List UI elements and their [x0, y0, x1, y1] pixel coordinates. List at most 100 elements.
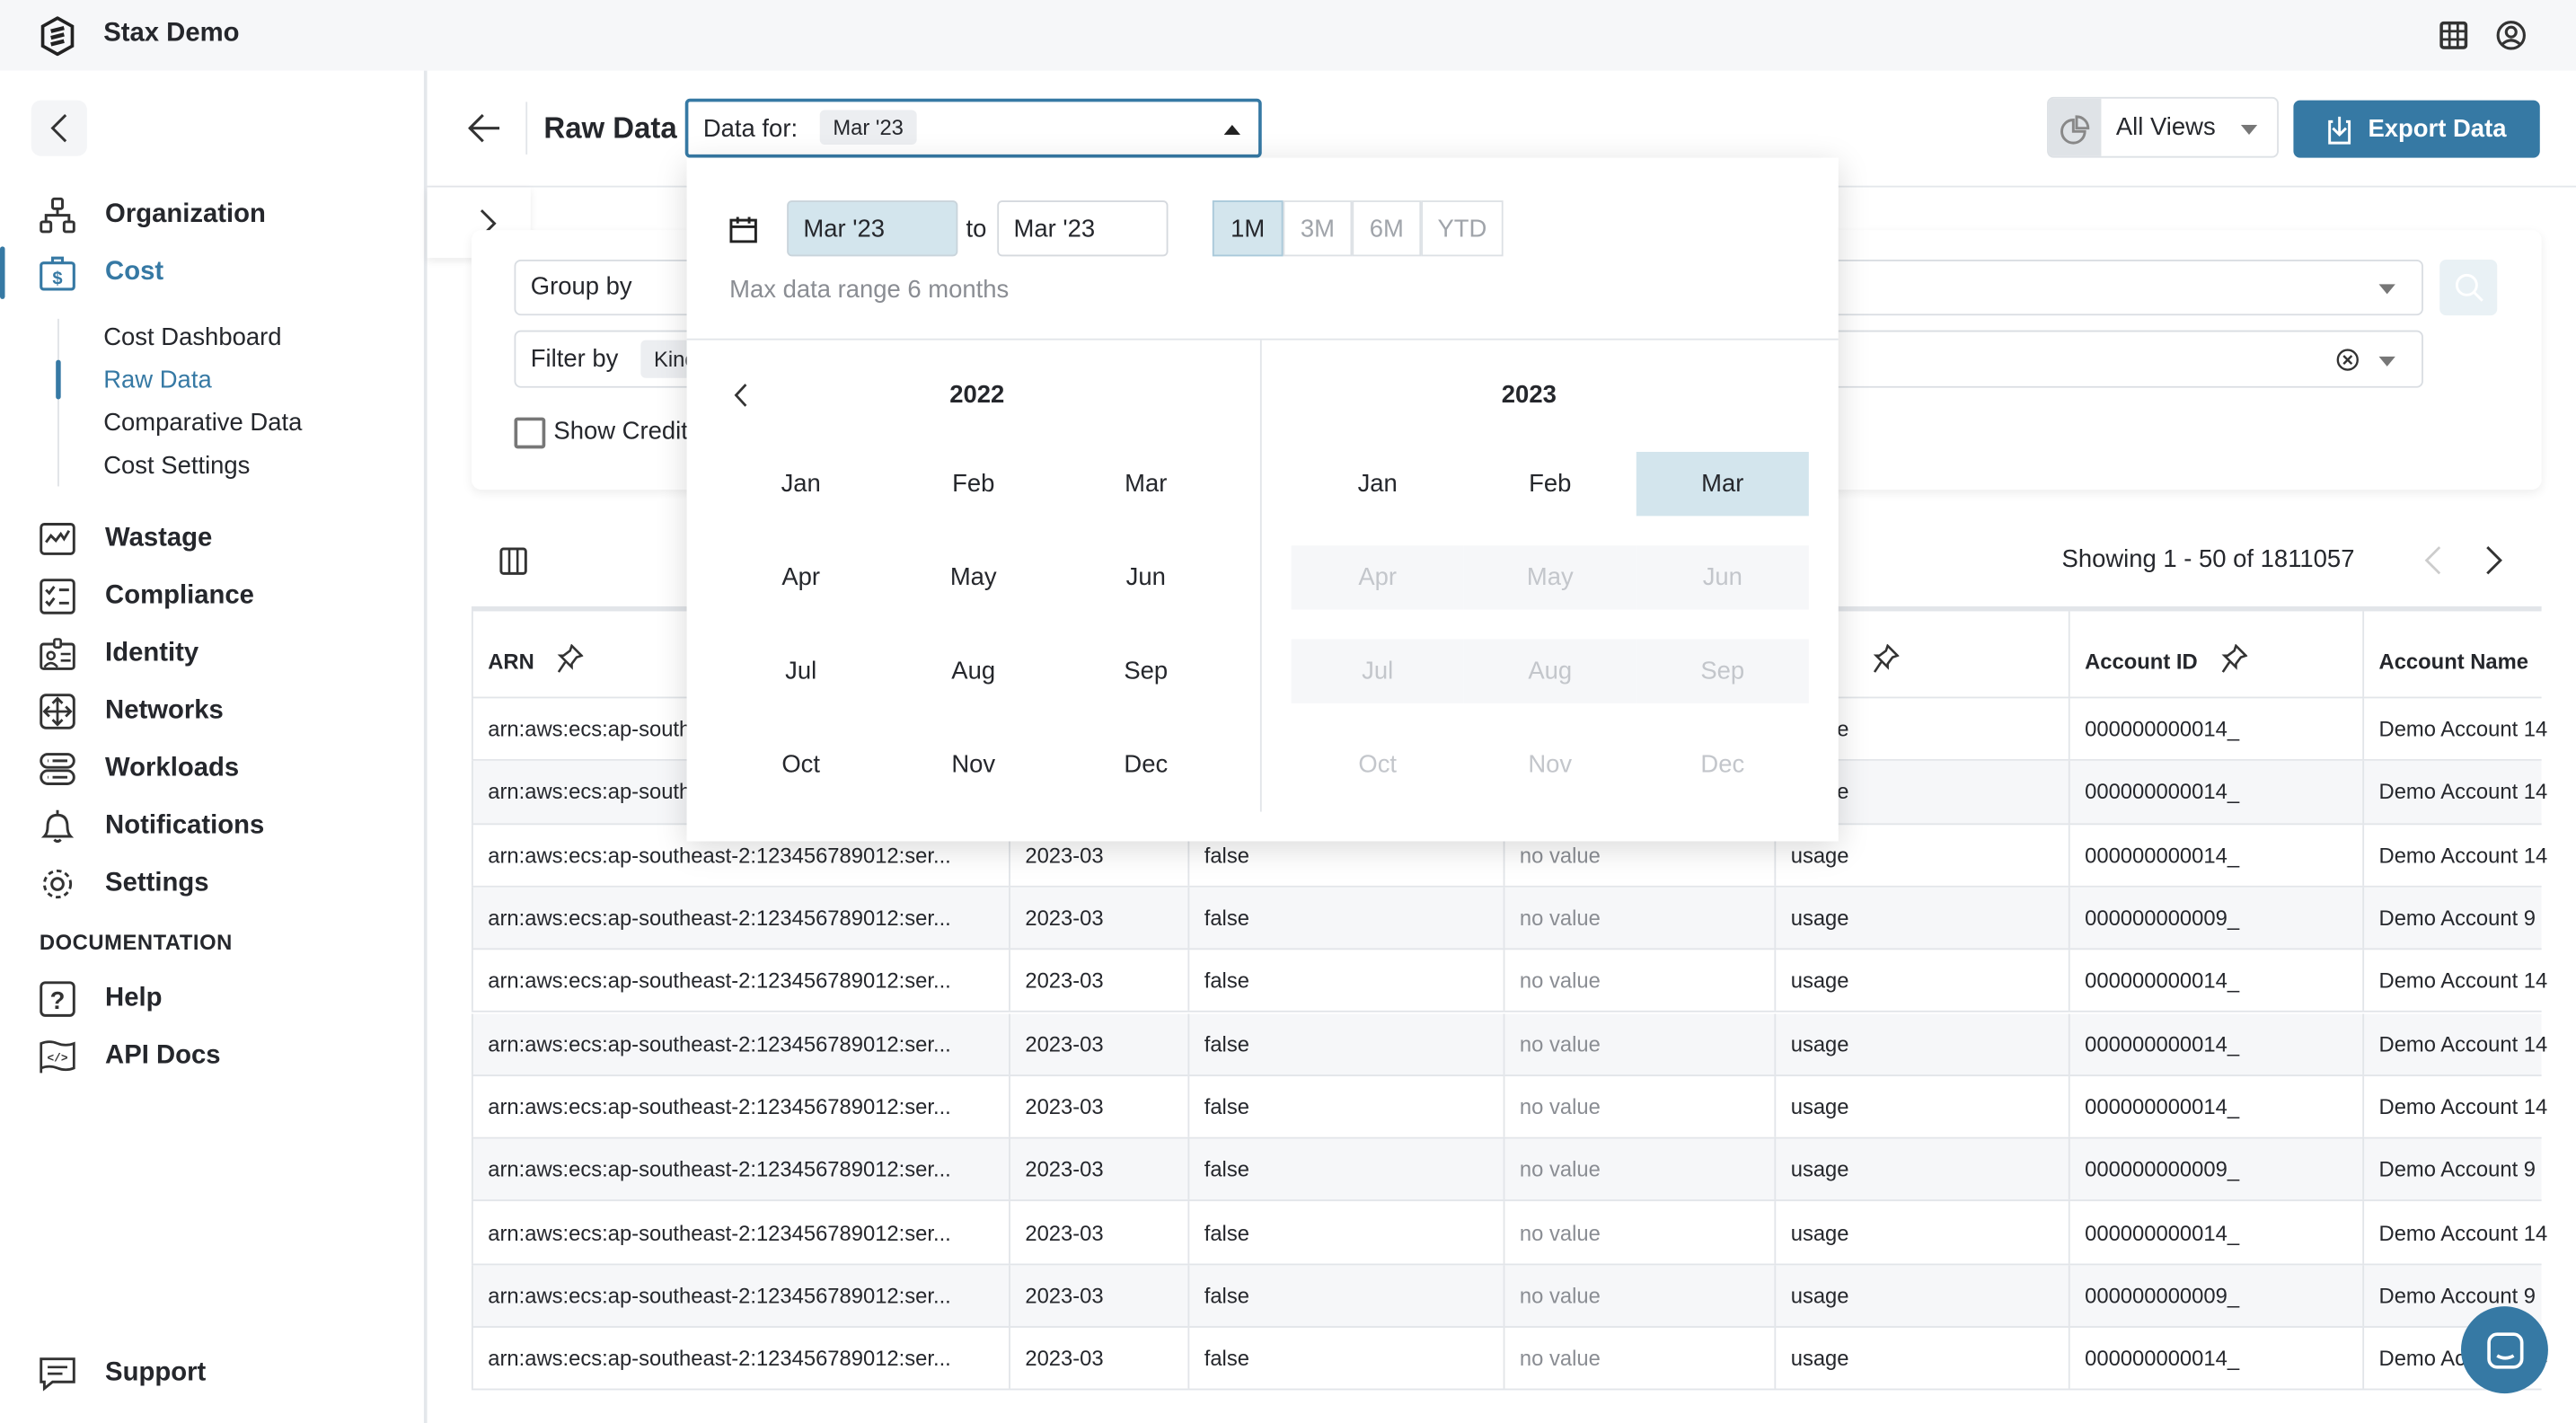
pin-icon[interactable] — [557, 642, 585, 677]
back-arrow-icon[interactable] — [468, 113, 501, 143]
sidebar-item-help[interactable]: ? Help — [40, 981, 163, 1017]
search-button[interactable] — [2439, 259, 2498, 316]
month-2022-jul[interactable]: Jul — [715, 640, 887, 703]
search-icon — [2455, 273, 2483, 302]
pin-icon[interactable] — [1873, 642, 1900, 677]
table-cell: false — [1187, 1075, 1503, 1137]
sidebar-item-compliance[interactable]: Compliance — [40, 579, 254, 614]
cost-bag-icon: $ — [40, 256, 75, 291]
range-3m-button[interactable]: 3M — [1283, 200, 1353, 257]
table-cell: 2023-03 — [1009, 1012, 1187, 1074]
table-row[interactable]: arn:aws:ecs:ap-southeast-2:123456789012:… — [471, 1201, 2547, 1265]
sidebar-item-wastage[interactable]: Wastage — [40, 521, 212, 557]
table-row[interactable]: arn:aws:ecs:ap-southeast-2:123456789012:… — [471, 1075, 2547, 1139]
table-cell: 2023-03 — [1009, 1075, 1187, 1137]
month-2022-feb[interactable]: Feb — [887, 452, 1060, 516]
table-row[interactable]: arn:aws:ecs:ap-southeast-2:123456789012:… — [471, 1264, 2542, 1328]
show-credits-checkbox[interactable] — [514, 417, 546, 449]
to-month-input[interactable]: Mar '23 — [997, 200, 1169, 257]
section-documentation: DOCUMENTATION — [39, 930, 233, 955]
app-title: Stax Demo — [103, 19, 240, 49]
page-title: Raw Data — [543, 111, 677, 145]
range-1m-button[interactable]: 1M — [1212, 200, 1284, 257]
next-page-icon[interactable] — [2485, 545, 2503, 575]
range-6m-button[interactable]: 6M — [1352, 200, 1422, 257]
month-2022-mar[interactable]: Mar — [1060, 452, 1232, 516]
sidebar-item-notifications[interactable]: Notifications — [40, 809, 264, 844]
month-2022-may[interactable]: May — [887, 545, 1060, 609]
table-cell: no value — [1503, 1075, 1775, 1137]
sidebar-sub-cost-settings[interactable]: Cost Settings — [103, 452, 250, 480]
table-cell: false — [1187, 887, 1503, 949]
table-cell: 2023-03 — [1009, 887, 1187, 949]
chevron-left-icon — [50, 114, 67, 143]
sidebar-item-identity[interactable]: Identity — [40, 636, 198, 672]
sidebar-item-label: Networks — [105, 696, 224, 725]
grid-icon[interactable] — [2439, 21, 2468, 49]
help-icon: ? — [40, 981, 75, 1017]
month-2022-oct[interactable]: Oct — [715, 733, 887, 797]
table-row[interactable]: arn:aws:ecs:ap-southeast-2:123456789012:… — [471, 1138, 2542, 1202]
clear-icon[interactable] — [2336, 349, 2360, 372]
caret-down-icon — [2378, 356, 2395, 367]
table-cell: no value — [1503, 1201, 1775, 1264]
sidebar-item-support[interactable]: Support — [40, 1356, 206, 1392]
table-row[interactable]: arn:aws:ecs:ap-southeast-2:123456789012:… — [471, 950, 2547, 1013]
table-row[interactable]: arn:aws:ecs:ap-southeast-2:123456789012:… — [471, 887, 2542, 950]
table-cell: Demo Account 14 — [2362, 824, 2559, 886]
column-header[interactable]: Account ID — [2068, 611, 2362, 697]
table-cell: 000000000014_ — [2068, 950, 2362, 1012]
table-cell: 2023-03 — [1009, 950, 1187, 1012]
table-row[interactable]: arn:aws:ecs:ap-southeast-2:123456789012:… — [471, 1012, 2547, 1076]
table-cell: arn:aws:ecs:ap-southeast-2:123456789012:… — [471, 950, 1009, 1012]
sidebar-item-workloads[interactable]: Workloads — [40, 751, 239, 787]
sidebar-item-label: Settings — [105, 869, 209, 897]
data-for-select[interactable]: Data for: Mar '23 — [684, 98, 1262, 158]
sidebar-item-cost[interactable]: $ Cost — [40, 255, 163, 291]
column-header[interactable]: Account Name — [2362, 611, 2559, 697]
month-2022-sep[interactable]: Sep — [1060, 640, 1232, 703]
table-row[interactable]: arn:aws:ecs:ap-southeast-2:123456789012:… — [471, 1327, 2547, 1391]
api-docs-icon: </> — [40, 1040, 75, 1074]
sidebar-item-label: Identity — [105, 639, 199, 667]
month-2022-nov[interactable]: Nov — [887, 733, 1060, 797]
table-cell: usage — [1774, 1201, 2068, 1264]
gear-icon — [42, 869, 73, 899]
svg-text:?: ? — [50, 986, 66, 1014]
export-data-button[interactable]: Export Data — [2293, 100, 2540, 158]
month-2022-apr[interactable]: Apr — [715, 545, 887, 609]
views-select[interactable]: All Views — [2047, 96, 2279, 158]
sidebar-item-organization[interactable]: Organization — [40, 197, 266, 234]
month-2022-jun[interactable]: Jun — [1060, 545, 1232, 609]
prev-year-icon[interactable] — [733, 383, 747, 407]
table-cell: 2023-03 — [1009, 1138, 1187, 1200]
sidebar-item-networks[interactable]: Networks — [40, 694, 224, 729]
collapse-sidebar-button[interactable] — [31, 100, 87, 156]
prev-page-icon[interactable] — [2423, 545, 2441, 575]
table-cell: arn:aws:ecs:ap-southeast-2:123456789012:… — [471, 1138, 1009, 1200]
table-cell: arn:aws:ecs:ap-southeast-2:123456789012:… — [471, 1201, 1009, 1264]
month-2023-mar[interactable]: Mar — [1636, 452, 1809, 517]
user-circle-icon[interactable] — [2495, 20, 2527, 51]
table-cell: 000000000014_ — [2068, 761, 2362, 823]
sidebar-sub-cost-dashboard[interactable]: Cost Dashboard — [103, 323, 281, 351]
from-month-input[interactable]: Mar '23 — [787, 200, 958, 257]
columns-icon[interactable] — [499, 547, 527, 575]
divider — [686, 338, 1839, 340]
table-cell: Demo Account 9 — [2362, 887, 2559, 949]
month-2023-jun: Jun — [1636, 545, 1809, 610]
sidebar-item-api-docs[interactable]: </> API Docs — [40, 1039, 221, 1074]
table-cell: usage — [1774, 1327, 2068, 1390]
month-2022-dec[interactable]: Dec — [1060, 733, 1232, 797]
sidebar-sub-raw-data[interactable]: Raw Data — [103, 367, 211, 394]
chat-launcher-button[interactable] — [2460, 1306, 2548, 1394]
pin-icon[interactable] — [2220, 642, 2248, 677]
sidebar-sub-comparative-data[interactable]: Comparative Data — [103, 409, 302, 437]
caret-down-icon — [2378, 284, 2395, 295]
month-2022-aug[interactable]: Aug — [887, 640, 1060, 703]
sidebar-item-settings[interactable]: Settings — [40, 866, 209, 902]
month-2023-feb[interactable]: Feb — [1464, 452, 1636, 516]
month-2022-jan[interactable]: Jan — [715, 452, 887, 516]
month-2023-jan[interactable]: Jan — [1292, 452, 1464, 516]
range-ytd-button[interactable]: YTD — [1421, 200, 1504, 257]
